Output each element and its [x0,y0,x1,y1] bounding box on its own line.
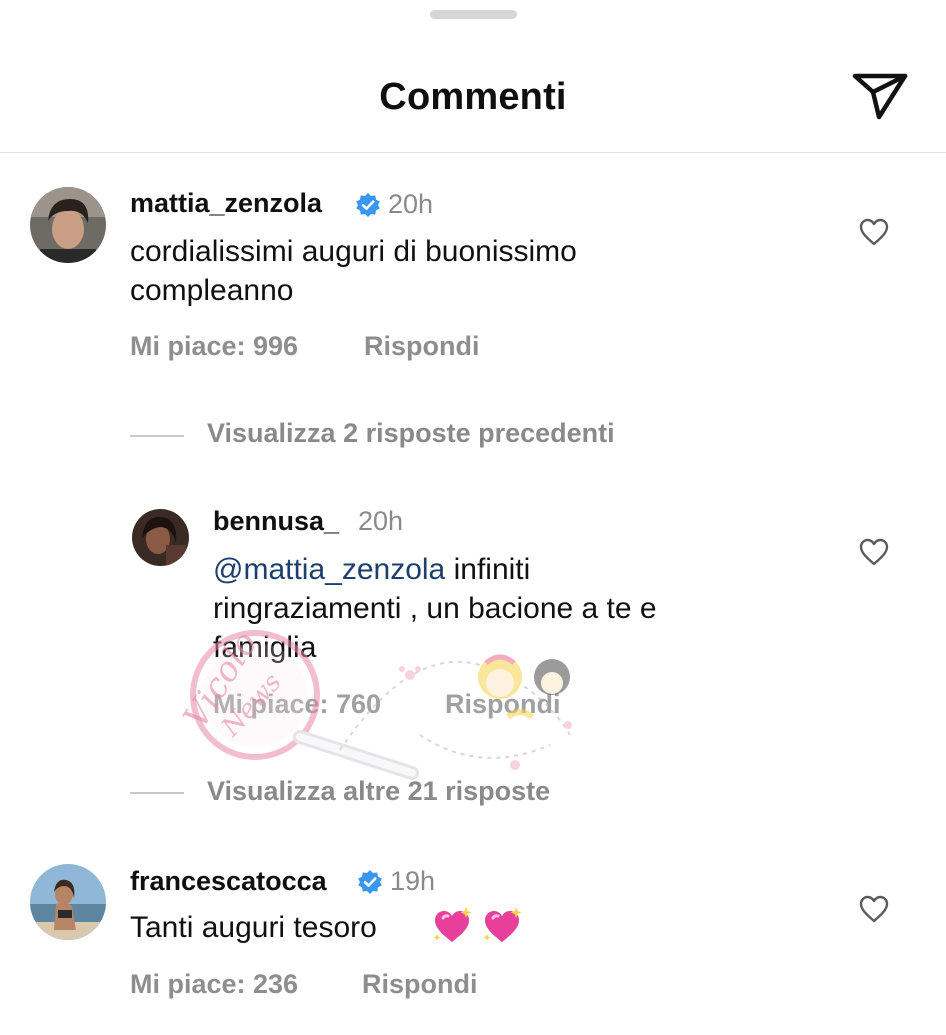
thread-divider [130,792,184,794]
comments-header: Commenti [0,40,946,153]
comment-username[interactable]: francescatocca [130,866,327,897]
like-heart-icon[interactable] [858,217,890,247]
comment-text: cordialissimi auguri di buonissimo compl… [130,232,577,310]
reply-button[interactable]: Rispondi [362,969,478,1000]
send-icon[interactable] [850,70,910,122]
like-count[interactable]: Mi piace: 996 [130,331,298,362]
like-count[interactable]: Mi piace: 236 [130,969,298,1000]
comment-username[interactable]: bennusa_ [213,506,339,537]
comment-time: 20h [388,189,434,219]
verified-badge-icon [355,192,381,218]
avatar[interactable] [132,509,189,566]
view-replies-button[interactable]: Visualizza altre 21 risposte [207,776,550,807]
comment-text-line: compleanno [130,274,294,307]
like-heart-icon[interactable] [858,894,890,924]
avatar[interactable] [30,864,106,940]
verified-badge-icon [357,869,383,895]
view-replies-button[interactable]: Visualizza 2 risposte precedenti [207,418,615,449]
page-title: Commenti [379,76,567,118]
sheet-grabber[interactable] [430,10,517,19]
comment-text-line: infiniti [453,553,531,586]
comment-time: 19h [390,866,436,896]
like-heart-icon[interactable] [858,537,890,567]
comment-time: 20h [358,506,404,536]
sparkling-heart-icon [481,906,523,946]
reply-button[interactable]: Rispondi [364,331,480,362]
sparkling-heart-icon [431,906,473,946]
comment-text: Tanti auguri tesoro [130,911,377,944]
comment-username[interactable]: mattia_zenzola [130,188,322,219]
avatar[interactable] [30,187,106,263]
comment-text-line: ringraziamenti , un bacione a te e [213,592,657,625]
comment-text-line: cordialissimi auguri di buonissimo [130,235,577,268]
thread-divider [130,435,184,437]
mention-link[interactable]: @mattia_zenzola [213,553,445,586]
